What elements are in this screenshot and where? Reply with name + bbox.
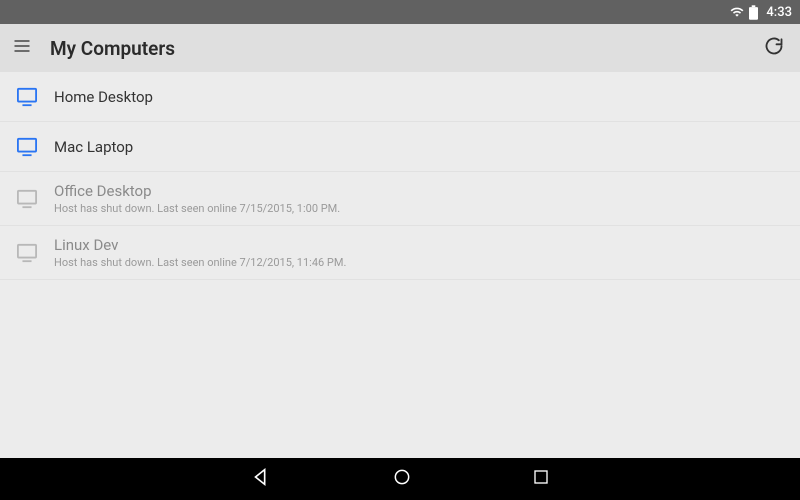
monitor-icon <box>16 189 38 209</box>
nav-back-button[interactable] <box>250 466 272 492</box>
refresh-icon <box>764 36 784 60</box>
battery-icon <box>749 5 758 20</box>
back-icon <box>250 466 272 492</box>
refresh-button[interactable] <box>760 32 788 64</box>
app-bar: My Computers <box>0 24 800 72</box>
recent-icon <box>532 468 550 490</box>
computer-status: Host has shut down. Last seen online 7/1… <box>54 256 346 269</box>
home-icon <box>392 467 412 491</box>
nav-recent-button[interactable] <box>532 468 550 490</box>
monitor-icon <box>16 87 38 107</box>
status-time: 4:33 <box>766 5 792 20</box>
computer-name: Mac Laptop <box>54 138 133 156</box>
status-bar: 4:33 <box>0 0 800 24</box>
computer-row[interactable]: Mac Laptop <box>0 122 800 172</box>
monitor-icon <box>16 137 38 157</box>
computer-row[interactable]: Home Desktop <box>0 72 800 122</box>
wifi-icon <box>729 5 745 19</box>
nav-home-button[interactable] <box>392 467 412 491</box>
page-title: My Computers <box>50 37 760 60</box>
computers-list: Home Desktop Mac Laptop Office Desktop H… <box>0 72 800 280</box>
navigation-bar <box>0 458 800 500</box>
monitor-icon <box>16 243 38 263</box>
computer-name: Office Desktop <box>54 182 340 200</box>
computer-row[interactable]: Office Desktop Host has shut down. Last … <box>0 172 800 226</box>
menu-icon <box>12 36 32 60</box>
computer-status: Host has shut down. Last seen online 7/1… <box>54 202 340 215</box>
computer-row[interactable]: Linux Dev Host has shut down. Last seen … <box>0 226 800 280</box>
menu-button[interactable] <box>12 36 32 60</box>
computer-name: Home Desktop <box>54 88 153 106</box>
computer-name: Linux Dev <box>54 236 346 254</box>
